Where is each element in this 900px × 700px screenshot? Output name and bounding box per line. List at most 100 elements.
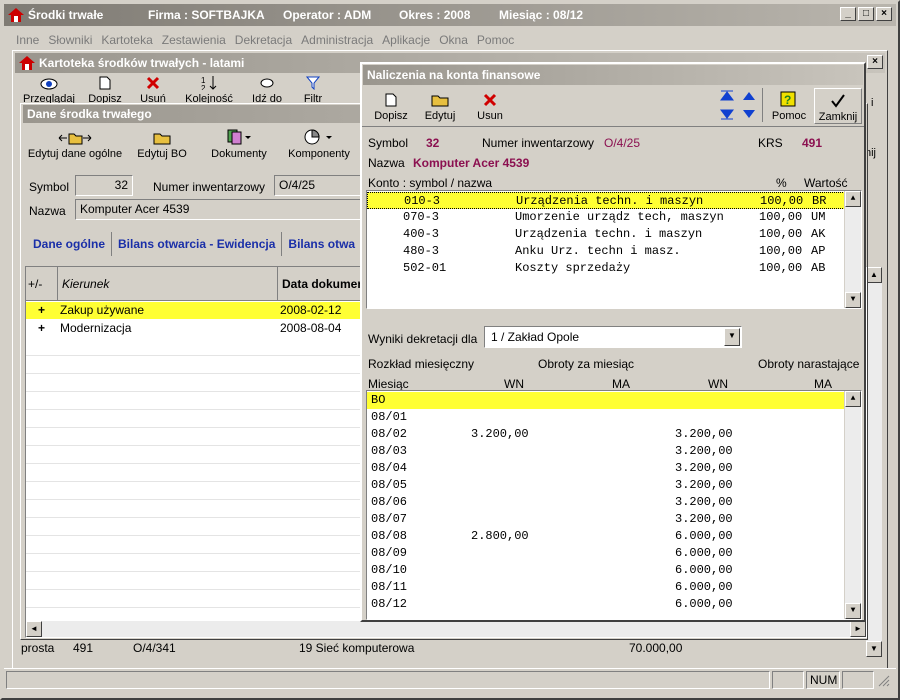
menu-administracja[interactable]: Administracja — [301, 33, 373, 47]
grid-cell-data: 2008-02-12 — [280, 303, 342, 317]
narastajace-label: Obroty narastające — [758, 357, 860, 371]
grid-cell-sign[interactable]: + — [38, 320, 45, 337]
wyniki-label: Wyniki dekretacji dla — [368, 332, 478, 346]
wartosc-header: Wartość — [804, 176, 848, 190]
menu-zestawienia[interactable]: Zestawienia — [162, 33, 226, 47]
month-row[interactable]: 08/07 3.200,00 — [367, 511, 861, 528]
dane-hscroll[interactable]: ◄ ► — [26, 621, 866, 637]
month-row[interactable]: 08/04 3.200,00 — [367, 460, 861, 477]
kartoteka-scroll-down[interactable]: ▼ — [866, 641, 882, 657]
dane-nr-field[interactable]: O/4/25 — [274, 175, 364, 196]
menu-dekretacja[interactable]: Dekretacja — [235, 33, 292, 47]
kartoteka-title: Kartoteka środków trwałych - latami — [39, 56, 245, 70]
rozklad-label: Rozkład miesięczny — [368, 357, 475, 371]
kartoteka-scroll-up[interactable]: ▲ — [866, 267, 882, 283]
month-vscroll[interactable]: ▲ ▼ — [844, 391, 861, 619]
zamknij-button[interactable]: Zamknij — [814, 88, 862, 124]
month-scroll-up[interactable]: ▲ — [845, 391, 861, 407]
hscroll-left[interactable]: ◄ — [26, 621, 42, 637]
app-home-icon — [8, 8, 24, 22]
tab-bilans-ewidencja[interactable]: Bilans otwarcia - Ewidencja — [112, 232, 283, 256]
month-row[interactable]: 08/03 3.200,00 — [367, 443, 861, 460]
edytuj-button[interactable]: Edytuj — [418, 88, 462, 122]
minimize-button[interactable]: _ — [840, 7, 856, 21]
month-row[interactable]: 08/12 6.000,00 — [367, 596, 861, 613]
grid-header-sign: +/- — [28, 277, 43, 291]
dopisz-k-button[interactable]: Dopisz — [81, 75, 129, 105]
list-item[interactable]: 502-01 Koszty sprzedaży 100,00 AB — [367, 260, 861, 277]
month-row[interactable]: BO — [367, 392, 861, 409]
month-scroll-down[interactable]: ▼ — [845, 603, 861, 619]
konto-vscroll[interactable]: ▲ ▼ — [844, 191, 861, 308]
okres-label: Okres : 2008 — [399, 8, 471, 22]
przegladaj-button[interactable]: Przeglądaj — [17, 75, 81, 105]
chevron-down-icon[interactable]: ▼ — [724, 328, 740, 346]
month-row[interactable]: 08/08 2.800,00 6.000,00 — [367, 528, 861, 545]
menu-aplikacje[interactable]: Aplikacje — [382, 33, 430, 47]
dane-symbol-field[interactable]: 32 — [75, 175, 133, 196]
last-record-icon[interactable] — [720, 108, 734, 123]
menu-slowniki[interactable]: Słowniki — [48, 33, 92, 47]
dane-nazwa-field[interactable]: Komputer Acer 4539 — [75, 199, 365, 220]
edytuj-dane-button[interactable]: Edytuj dane ogólne — [25, 126, 125, 160]
month-row[interactable]: 08/02 3.200,00 3.200,00 — [367, 426, 861, 443]
col-ma1: MA — [612, 377, 630, 391]
tab-dane-ogolne[interactable]: Dane ogólne — [27, 232, 113, 256]
grid-header-kierunek[interactable]: Kierunek — [62, 277, 109, 291]
kartoteka-bottom-row[interactable]: prosta 491 O/4/341 19 Sieć komputerowa 7… — [21, 640, 861, 656]
list-item[interactable]: 400-3 Urządzenia techn. i maszyn 100,00 … — [367, 226, 861, 243]
next-record-icon[interactable] — [742, 108, 756, 123]
document-icon — [99, 76, 111, 90]
prev-record-icon[interactable] — [742, 90, 756, 105]
menu-bar: Inne Słowniki Kartoteka Zestawienia Dekr… — [16, 33, 514, 47]
list-item[interactable]: 480-3 Anku Urz. techn i masz. 100,00 AP — [367, 243, 861, 260]
usun-k-button[interactable]: Usuń — [129, 75, 177, 105]
menu-okna[interactable]: Okna — [439, 33, 468, 47]
menu-pomoc[interactable]: Pomoc — [477, 33, 514, 47]
menu-kartoteka[interactable]: Kartoteka — [101, 33, 152, 47]
month-row[interactable]: 08/06 3.200,00 — [367, 494, 861, 511]
first-record-icon[interactable] — [720, 90, 734, 105]
idz-do-button[interactable]: Idź do — [241, 75, 293, 105]
hscroll-right[interactable]: ► — [850, 621, 866, 637]
svg-text:?: ? — [784, 93, 791, 107]
kolejnosc-button[interactable]: 12 Kolejność — [177, 75, 241, 105]
month-row[interactable]: 08/09 6.000,00 — [367, 545, 861, 562]
list-item[interactable]: 070-3 Umorzenie urządz tech, maszyn 100,… — [367, 209, 861, 226]
month-row[interactable]: 08/11 6.000,00 — [367, 579, 861, 596]
month-row[interactable]: 08/05 3.200,00 — [367, 477, 861, 494]
close-button[interactable]: × — [876, 7, 892, 21]
usun-button[interactable]: Usun — [468, 88, 512, 122]
konto-scroll-down[interactable]: ▼ — [845, 292, 861, 308]
pomoc-button[interactable]: ? Pomoc — [766, 88, 812, 122]
list-item[interactable]: 010-3 Urządzenia techn. i maszyn 100,00 … — [367, 192, 861, 209]
pct-header: % — [776, 176, 787, 190]
month-row[interactable]: 08/01 — [367, 409, 861, 426]
kartoteka-close-button[interactable]: × — [867, 55, 883, 69]
grid-cell-kierunek: Zakup używane — [60, 303, 145, 317]
nal-nr-value: O/4/25 — [604, 136, 641, 150]
tab-bilans-otwarcia-2[interactable]: Bilans otwa — [282, 232, 361, 256]
month-row[interactable]: 08/10 6.000,00 — [367, 562, 861, 579]
dane-tabs: Dane ogólne Bilans otwarcia - Ewidencja … — [27, 232, 361, 256]
grid-header-data[interactable]: Data dokumen — [282, 277, 365, 291]
menu-inne[interactable]: Inne — [16, 33, 39, 47]
col-ma2: MA — [814, 377, 832, 391]
konto-scroll-up[interactable]: ▲ — [845, 191, 861, 207]
wyniki-dropdown[interactable]: 1 / Zakład Opole ▼ — [484, 326, 742, 348]
dopisz-button[interactable]: Dopisz — [368, 88, 414, 122]
app-title: Środki trwałe — [28, 8, 104, 22]
komponenty-button[interactable]: Komponenty — [279, 126, 359, 160]
delete-x-icon — [146, 76, 160, 90]
dane-toolbar: Edytuj dane ogólne Edytuj BO Dokumenty K… — [25, 126, 359, 162]
delete-x-icon — [483, 93, 497, 107]
edytuj-bo-button[interactable]: Edytuj BO — [125, 126, 199, 160]
dane-nr-label: Numer inwentarzowy — [153, 180, 266, 194]
resize-grip-icon[interactable] — [878, 675, 890, 690]
filtr-button[interactable]: Filtr — [293, 75, 333, 105]
maximize-button[interactable]: □ — [858, 7, 874, 21]
dokumenty-button[interactable]: Dokumenty — [199, 126, 279, 160]
grid-cell-sign[interactable]: + — [38, 302, 45, 319]
naliczenia-title: Naliczenia na konta finansowe — [367, 68, 541, 82]
goto-icon — [260, 78, 274, 88]
